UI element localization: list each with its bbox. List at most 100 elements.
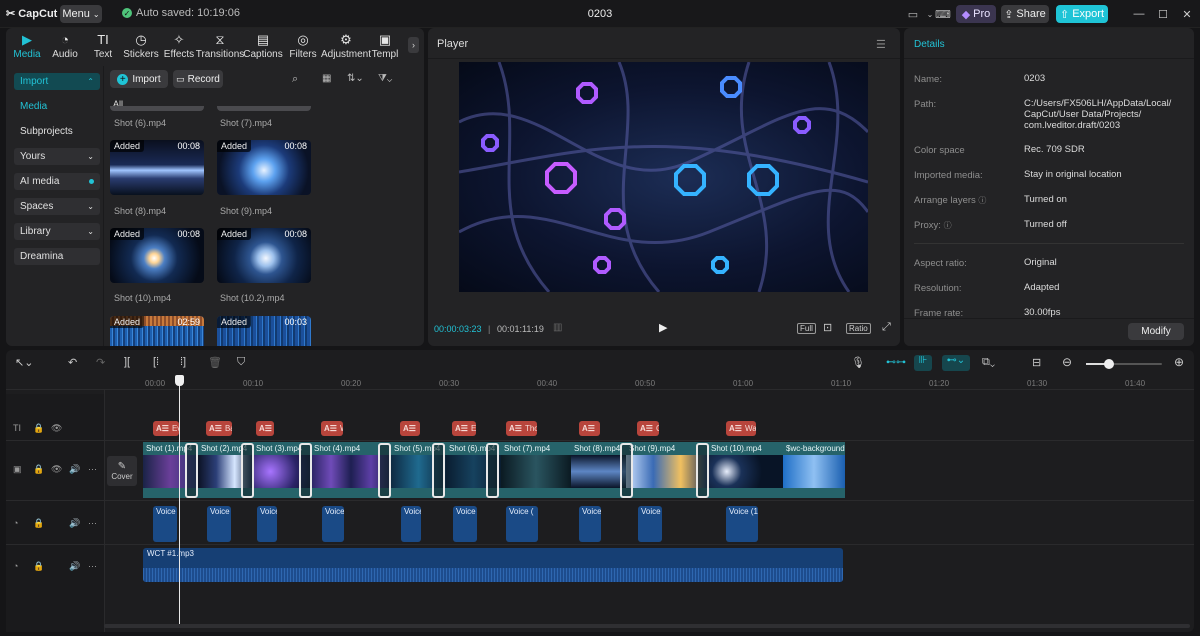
select-cursor-icon[interactable]: ↖⌄ (15, 356, 33, 369)
video-clip[interactable]: Shot (8).mp4 (571, 442, 626, 498)
media-item[interactable]: Added 02:59 (110, 316, 204, 346)
playhead-line[interactable] (179, 376, 180, 624)
sidebar-item-media[interactable]: Media (14, 98, 100, 115)
voice-clip[interactable]: Voice (453, 506, 477, 542)
text-clip[interactable]: A☰ (400, 421, 420, 436)
transition-marker[interactable] (378, 443, 391, 498)
modify-button[interactable]: Modify (1128, 323, 1184, 340)
transition-marker[interactable] (241, 443, 254, 498)
close-icon[interactable]: ✕ (1180, 5, 1194, 23)
transition-marker[interactable] (620, 443, 633, 498)
record-button[interactable]: ▭ Record (173, 70, 223, 88)
sidebar-item-subprojects[interactable]: Subprojects (14, 123, 100, 140)
hamburger-menu-icon[interactable]: ☰ (876, 38, 886, 51)
sort-icon[interactable]: ⇅⌄ (347, 73, 364, 84)
playhead-handle[interactable] (175, 375, 184, 386)
microphone-icon[interactable]: 🎙 (851, 356, 865, 369)
tool-text[interactable]: TI Text (84, 32, 122, 60)
timeline-scrollbar[interactable] (104, 624, 1190, 628)
speaker-icon[interactable]: 🔊 (69, 464, 80, 475)
linkage-icon[interactable]: ⊷⌄ (942, 355, 970, 371)
transition-marker[interactable] (299, 443, 312, 498)
sidebar-item-spaces[interactable]: Spaces ⌄ (14, 198, 100, 215)
sidebar-item-yours[interactable]: Yours ⌄ (14, 148, 100, 165)
trim-right-icon[interactable]: ⁞] (180, 356, 186, 368)
text-clip[interactable]: A☰Ev (153, 421, 179, 436)
maximize-icon[interactable]: ☐ (1156, 5, 1170, 23)
play-icon[interactable]: ▶ (659, 321, 667, 334)
tool-audio[interactable]: ◔ Audio (46, 32, 84, 60)
video-preview[interactable] (459, 62, 868, 292)
text-clip[interactable]: A☰ (256, 421, 274, 436)
media-item[interactable]: Added 00:08 (110, 140, 204, 195)
marker-icon[interactable]: ⛉ (237, 356, 245, 369)
voice-clip[interactable]: Voice (257, 506, 277, 542)
pro-button[interactable]: ◆ Pro (956, 5, 996, 23)
eye-icon[interactable]: 👁 (51, 423, 62, 434)
media-item[interactable]: Added 00:03 (217, 316, 311, 346)
media-item[interactable]: Added 00:08 (217, 140, 311, 195)
transition-marker[interactable] (696, 443, 709, 498)
layout-icon[interactable]: ▭ (903, 5, 923, 23)
zoom-slider-track[interactable] (1086, 359, 1162, 369)
voice-clip[interactable]: Voice (322, 506, 344, 542)
more-icon[interactable]: ⋯ (88, 518, 97, 529)
undo-icon[interactable]: ↶ (68, 356, 77, 369)
tool-stickers[interactable]: ◷ Stickers (122, 32, 160, 60)
speaker-icon[interactable]: 🔊 (69, 561, 80, 572)
zoom-fit-icon[interactable]: ⊟ (1032, 356, 1041, 369)
tool-effects[interactable]: ✧ Effects (160, 32, 198, 60)
voice-clip[interactable]: Voice (153, 506, 177, 542)
ratio-button[interactable]: Ratio (846, 323, 871, 334)
filter-icon[interactable]: ⧩⌄ (378, 73, 392, 84)
text-clip[interactable]: A☰ Tho (506, 421, 537, 436)
grid-view-icon[interactable]: ▦ (322, 73, 331, 84)
keyboard-icon[interactable]: ⌨ (935, 5, 951, 23)
lock-icon[interactable]: 🔒 (33, 464, 44, 475)
minimize-icon[interactable]: — (1132, 5, 1146, 23)
auto-snap-icon[interactable]: ⊪ (914, 355, 932, 371)
voice-clip[interactable]: Voice (1 (726, 506, 758, 542)
zoom-in-icon[interactable]: ⊕ (1174, 355, 1184, 369)
media-item[interactable]: Added 00:08 (217, 228, 311, 283)
text-clip[interactable]: A☰Wal (726, 421, 756, 436)
tool-filters[interactable]: ◎ Filters (284, 32, 322, 60)
voice-clip[interactable]: Voice ( (506, 506, 538, 542)
tool-adjustment[interactable]: ⚙ Adjustment (321, 32, 371, 60)
lock-icon[interactable]: 🔒 (33, 518, 44, 529)
main-track-magnet-icon[interactable]: ⊷⊶ (886, 357, 906, 368)
info-icon[interactable]: ⓘ (978, 196, 986, 205)
video-clip[interactable]: $wc-background (783, 442, 845, 498)
text-clip[interactable]: A☰ (579, 421, 600, 436)
menu-button[interactable]: Menu ⌄ (60, 5, 102, 23)
split-icon[interactable]: ][ (124, 356, 130, 368)
more-icon[interactable]: ⋯ (88, 464, 97, 475)
video-clip[interactable]: Shot (7).mp4 (501, 442, 571, 498)
media-item[interactable]: Added 00:08 (110, 228, 204, 283)
tool-media[interactable]: ▶ Media (8, 32, 46, 60)
snapshot-icon[interactable]: ⊡ (823, 321, 832, 334)
text-clip[interactable]: A☰ C (637, 421, 659, 436)
sidebar-item-import[interactable]: Import ⌃ (14, 73, 100, 90)
timeline-ruler[interactable] (6, 376, 1194, 390)
full-quality-button[interactable]: Full (797, 323, 816, 334)
redo-icon[interactable]: ↷ (96, 356, 105, 369)
voice-clip[interactable]: Voice (579, 506, 601, 542)
transition-marker[interactable] (432, 443, 445, 498)
voice-clip[interactable]: Voice (638, 506, 662, 542)
lock-icon[interactable]: 🔒 (33, 561, 44, 572)
scroll-tools-right-icon[interactable]: › (408, 37, 419, 53)
info-icon[interactable]: ⓘ (944, 221, 952, 230)
text-clip[interactable]: A☰W (321, 421, 343, 436)
transition-marker[interactable] (486, 443, 499, 498)
preview-axis-icon[interactable]: ⧉⌄ (982, 356, 995, 369)
speaker-icon[interactable]: 🔊 (69, 518, 80, 529)
delete-icon[interactable]: 🗑 (208, 356, 222, 369)
tool-templates[interactable]: ▣ Templ (370, 32, 400, 60)
zoom-out-icon[interactable]: ⊖ (1062, 355, 1072, 369)
voice-clip[interactable]: Voice (401, 506, 421, 542)
music-clip[interactable]: WCT #1.mp3 (143, 548, 843, 582)
cover-button[interactable]: ✎ Cover (107, 456, 137, 486)
search-icon[interactable]: ⌕ (292, 73, 298, 86)
import-button[interactable]: + Import (110, 70, 168, 88)
